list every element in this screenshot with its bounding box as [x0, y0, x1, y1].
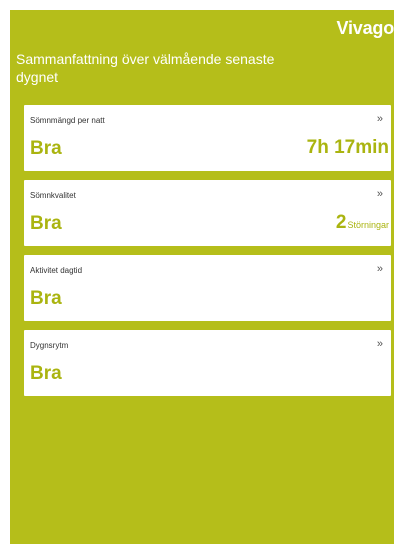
- app-screen: Vivago Sammanfattning över välmående sen…: [10, 10, 394, 544]
- disturbances-metric: 2Störningar: [336, 212, 389, 234]
- double-chevron-right-icon: »: [376, 263, 383, 275]
- double-chevron-right-icon: »: [376, 338, 383, 350]
- card-status: Bra: [30, 363, 62, 384]
- card-sleep-quality[interactable]: Sömnkvalitet » Bra 2Störningar: [24, 180, 391, 246]
- disturbances-unit: Störningar: [347, 220, 389, 230]
- card-circadian-rhythm[interactable]: Dygnsrytm » Bra: [24, 330, 391, 396]
- card-status: Bra: [30, 138, 62, 159]
- double-chevron-right-icon: »: [376, 113, 383, 125]
- card-label: Aktivitet dagtid: [30, 266, 83, 275]
- card-status: Bra: [30, 213, 62, 234]
- summary-card-list: Sömnmängd per natt » Bra 7h 17min Sömnkv…: [24, 105, 391, 405]
- card-status: Bra: [30, 288, 62, 309]
- card-label: Sömnmängd per natt: [30, 116, 105, 125]
- card-label: Sömnkvalitet: [30, 191, 76, 200]
- page-title: Sammanfattning över välmående senaste dy…: [16, 51, 275, 85]
- sleep-duration-value: 7h 17min: [306, 137, 389, 158]
- card-sleep-amount[interactable]: Sömnmängd per natt » Bra 7h 17min: [24, 105, 391, 171]
- double-chevron-right-icon: »: [376, 188, 383, 200]
- card-label: Dygnsrytm: [30, 341, 69, 350]
- disturbances-count: 2: [335, 212, 347, 233]
- card-daytime-activity[interactable]: Aktivitet dagtid » Bra: [24, 255, 391, 321]
- brand-logo: Vivago: [336, 18, 394, 38]
